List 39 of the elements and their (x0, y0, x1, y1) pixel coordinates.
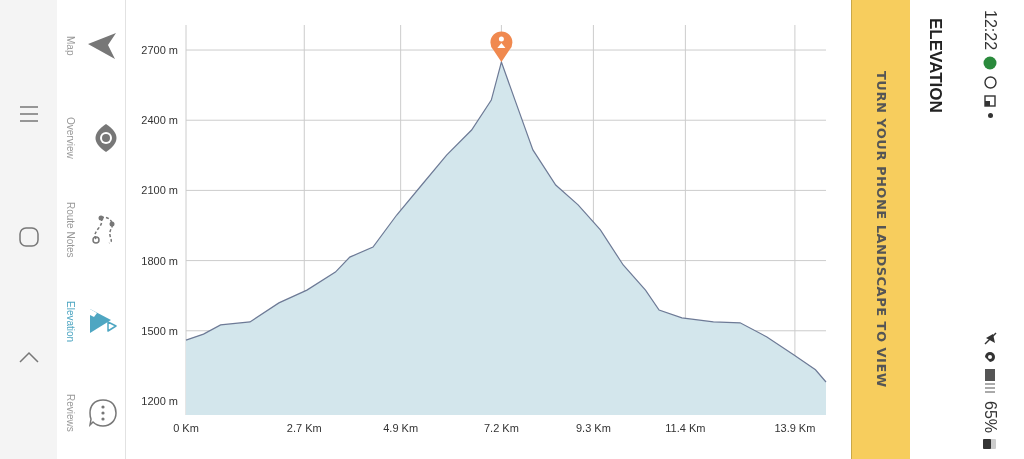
alarm-icon (983, 76, 997, 90)
sidebar-tab[interactable]: Map (57, 0, 125, 92)
axis-label: 13.9 Km (774, 422, 816, 434)
sidebar-tab[interactable]: Overview (57, 91, 125, 184)
axis-label: 1800 m (141, 254, 178, 267)
axis-label: 2400 m (141, 114, 178, 127)
location-icon (984, 350, 996, 363)
mountain-icon (89, 308, 117, 335)
eye-icon (95, 122, 117, 153)
sidebar-tab[interactable]: Route Notes (57, 183, 125, 276)
navigation-arrow-icon (87, 31, 117, 60)
signal-icon (983, 368, 997, 395)
speech-bubble-icon (89, 398, 117, 429)
axis-label: 7.2 Km (483, 422, 519, 434)
axis-label: 1500 m (141, 324, 178, 337)
mute-icon (983, 331, 997, 345)
axis-label: 2100 m (141, 184, 178, 197)
app-notification-icon (983, 56, 997, 71)
battery-icon (983, 439, 997, 449)
back-icon[interactable] (18, 350, 39, 363)
battery-percent: 65% (981, 400, 999, 433)
dashed-route-icon (89, 213, 117, 246)
sidebar-tab[interactable]: Elevation (57, 275, 125, 368)
axis-label: 11.4 Km (665, 422, 706, 434)
page-title: ELEVATION (925, 18, 945, 113)
axis-label: 2.7 Km (286, 422, 322, 434)
axis-label: 9.3 Km (575, 422, 611, 434)
peak-marker-icon (490, 31, 513, 62)
banner-text: TURN YOUR PHONE LANDSCAPE TO VIEW (873, 71, 889, 388)
recents-icon[interactable] (18, 104, 39, 123)
axis-label: 0 Km (173, 422, 199, 434)
dot-icon (987, 113, 993, 119)
axis-label: 1200 m (141, 394, 178, 407)
sidebar-tab[interactable]: Reviews (57, 367, 125, 459)
axis-label: 4.9 Km (383, 422, 419, 434)
home-icon[interactable] (18, 226, 39, 247)
status-time: 12:22 (981, 10, 999, 51)
sim-card-icon (984, 95, 996, 108)
axis-label: 2700 m (141, 44, 178, 57)
